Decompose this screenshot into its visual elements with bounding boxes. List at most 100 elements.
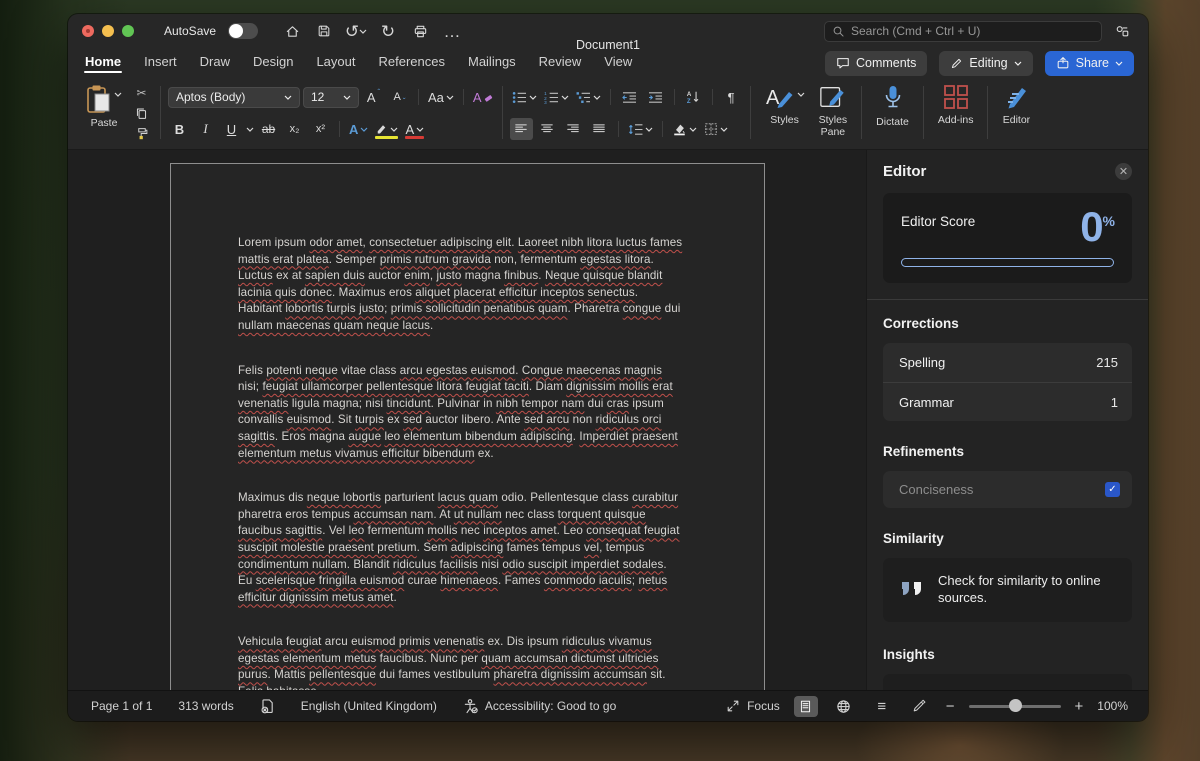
outline-view-button[interactable]: ≡ [870,696,894,717]
minimize-window-button[interactable] [102,25,114,37]
search-input[interactable]: Search (Cmd + Ctrl + U) [824,21,1102,42]
page-indicator[interactable]: Page 1 of 1 [91,699,152,713]
show-paragraph-marks-button[interactable]: ¶ [720,86,743,108]
comment-icon [836,56,850,70]
format-painter-button[interactable] [130,125,153,141]
sort-icon: AZ [686,90,700,104]
decrease-indent-button[interactable] [618,86,641,108]
document-canvas[interactable]: Lorem ipsum odor amet, consectetuer adip… [68,150,866,690]
document-text[interactable]: Lorem ipsum odor amet, consectetuer adip… [171,164,764,690]
redo-button[interactable]: ↻ [376,20,400,42]
window-layout-icon[interactable] [1110,20,1134,42]
font-color-button[interactable]: A [403,118,426,140]
word-count[interactable]: 313 words [178,699,233,713]
fullscreen-window-button[interactable] [122,25,134,37]
line-spacing-button[interactable] [626,118,655,140]
tab-design[interactable]: Design [252,50,294,76]
refinements-card: Conciseness ✓ [883,471,1132,508]
save-icon[interactable] [312,20,336,42]
grammar-row[interactable]: Grammar 1 [883,382,1132,421]
italic-button[interactable]: I [194,118,217,140]
document-page[interactable]: Lorem ipsum odor amet, consectetuer adip… [170,163,765,690]
cut-button[interactable]: ✂ [130,85,153,101]
dictate-button[interactable]: Dictate [869,82,916,143]
shrink-font-button[interactable]: Aˇ [388,86,411,108]
paste-button[interactable]: Paste [82,82,126,143]
underline-button[interactable]: U [220,118,243,140]
clear-formatting-button[interactable]: A [471,86,495,108]
draft-view-button[interactable] [908,696,932,717]
grow-font-button[interactable]: Aˆ [362,86,385,108]
chevron-down-icon [1014,61,1022,66]
paragraph[interactable]: Maximus dis neque lobortis parturient la… [238,490,684,606]
conciseness-checkbox[interactable]: ✓ [1105,482,1120,497]
print-layout-view-button[interactable] [794,696,818,717]
borders-button[interactable] [702,118,730,140]
justify-button[interactable] [588,118,611,140]
text-effects-button[interactable]: A [347,118,370,140]
multilevel-list-button[interactable] [574,86,603,108]
zoom-slider[interactable] [969,705,1061,708]
align-right-button[interactable] [562,118,585,140]
corrections-heading: Corrections [883,316,1132,331]
styles-pane-button[interactable]: StylesPane [812,82,855,143]
format-painter-icon [135,127,149,140]
zoom-out-button[interactable]: − [946,699,955,714]
bullets-button[interactable] [510,86,539,108]
align-center-button[interactable] [536,118,559,140]
chevron-down-icon [114,92,122,97]
bold-button[interactable]: B [168,118,191,140]
autosave-toggle[interactable] [228,23,258,39]
language-indicator[interactable]: English (United Kingdom) [301,699,437,713]
font-size-select[interactable]: 12 [303,87,359,108]
copy-button[interactable] [130,105,153,121]
more-commands-button[interactable]: … [440,20,464,42]
change-case-button[interactable]: Aa [426,86,456,108]
spelling-row[interactable]: Spelling 215 [883,343,1132,382]
web-layout-view-button[interactable] [832,696,856,717]
tab-layout[interactable]: Layout [315,50,356,76]
strikethrough-button[interactable]: ab [257,118,280,140]
focus-mode-button[interactable]: Focus [726,699,780,713]
accessibility-status[interactable]: Accessibility: Good to go [463,698,616,714]
align-left-button[interactable] [510,118,533,140]
increase-indent-button[interactable] [644,86,667,108]
paragraph[interactable]: Lorem ipsum odor amet, consectetuer adip… [238,235,684,335]
conciseness-row[interactable]: Conciseness ✓ [883,471,1132,508]
tab-mailings[interactable]: Mailings [467,50,517,76]
numbering-button[interactable]: 123 [542,86,571,108]
add-ins-button[interactable]: Add-ins [931,82,981,143]
pencil-icon [950,57,963,70]
editing-mode-button[interactable]: Editing [939,51,1032,76]
tab-view[interactable]: View [603,50,633,76]
highlight-button[interactable] [373,118,400,140]
superscript-button[interactable]: x² [309,118,332,140]
print-icon[interactable] [408,20,432,42]
zoom-in-button[interactable]: + [1075,699,1084,714]
paragraph[interactable]: Vehicula feugiat arcu euismod primis ven… [238,634,684,690]
tab-draw[interactable]: Draw [199,50,231,76]
zoom-level[interactable]: 100% [1097,699,1128,713]
subscript-button[interactable]: x₂ [283,118,306,140]
proofing-status-icon[interactable] [260,698,275,714]
tab-review[interactable]: Review [538,50,583,76]
tab-home[interactable]: Home [84,50,122,76]
tab-insert[interactable]: Insert [143,50,178,76]
share-button[interactable]: Share [1045,51,1134,76]
status-bar: Page 1 of 1 313 words English (United Ki… [68,690,1148,721]
font-name-select[interactable]: Aptos (Body) [168,87,300,108]
styles-button[interactable]: A Styles [758,82,812,143]
insights-card[interactable] [883,674,1132,690]
home-icon[interactable] [280,20,304,42]
close-window-button[interactable] [82,25,94,37]
close-pane-button[interactable]: ✕ [1115,163,1132,180]
comments-button[interactable]: Comments [825,51,927,76]
editor-button[interactable]: Editor [995,82,1037,143]
sort-button[interactable]: AZ [682,86,705,108]
tab-references[interactable]: References [378,50,446,76]
similarity-card[interactable]: Check for similarity to online sources. [883,558,1132,622]
shading-button[interactable] [670,118,699,140]
undo-button[interactable]: ↺ [344,20,368,42]
chevron-down-icon[interactable] [246,127,254,132]
paragraph[interactable]: Felis potenti neque vitae class arcu ege… [238,363,684,463]
